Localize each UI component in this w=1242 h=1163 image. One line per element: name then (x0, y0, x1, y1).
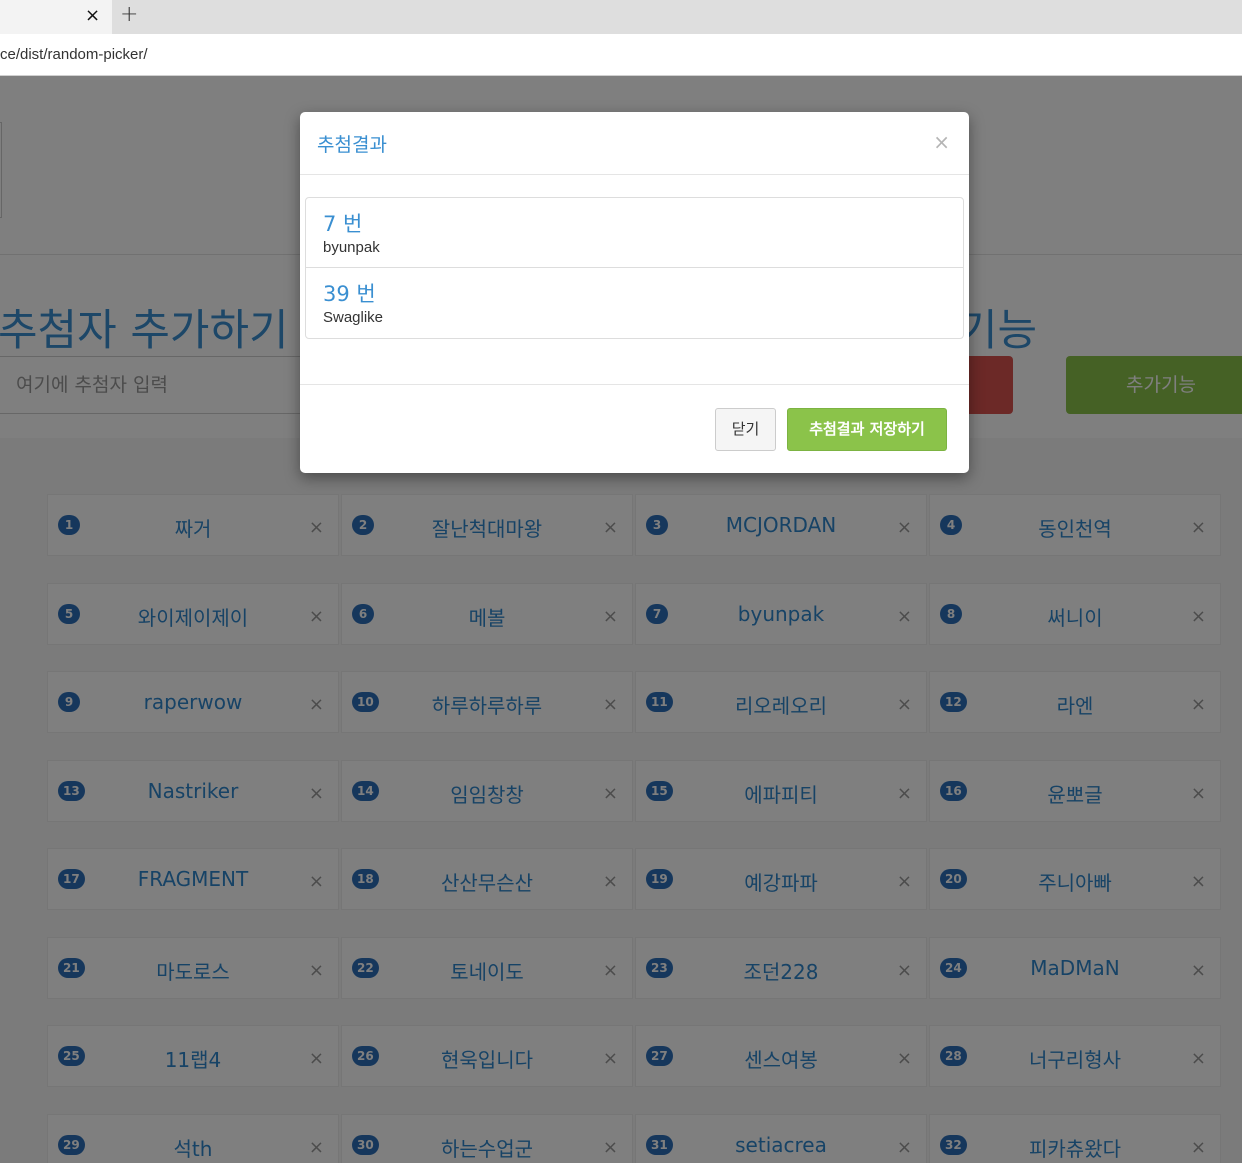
tab-close-icon[interactable]: × (85, 5, 100, 26)
address-url[interactable]: ce/dist/random-picker/ (0, 46, 148, 63)
browser-tab[interactable]: × (0, 0, 112, 34)
result-modal: 추첨결과 × 7 번 byunpak 39 번 Swaglike 닫기 추첨결과… (300, 112, 969, 473)
address-bar[interactable]: ce/dist/random-picker/ (0, 34, 1242, 76)
list-item: 39 번 Swaglike (306, 268, 963, 338)
result-name: Swaglike (323, 309, 384, 326)
result-name: byunpak (323, 239, 380, 256)
result-number: 7 번 (323, 212, 363, 236)
list-item: 7 번 byunpak (306, 198, 963, 268)
close-button[interactable]: 닫기 (715, 408, 776, 451)
result-list: 7 번 byunpak 39 번 Swaglike (305, 197, 964, 339)
new-tab-icon[interactable]: + (120, 2, 138, 27)
modal-header: 추첨결과 × (300, 112, 969, 175)
save-results-button[interactable]: 추첨결과 저장하기 (787, 408, 947, 451)
browser-tab-bar: × + (0, 0, 1242, 34)
result-number: 39 번 (323, 282, 376, 306)
close-icon[interactable]: × (933, 130, 950, 154)
modal-title: 추첨결과 (317, 134, 387, 156)
modal-footer-divider (300, 384, 969, 385)
